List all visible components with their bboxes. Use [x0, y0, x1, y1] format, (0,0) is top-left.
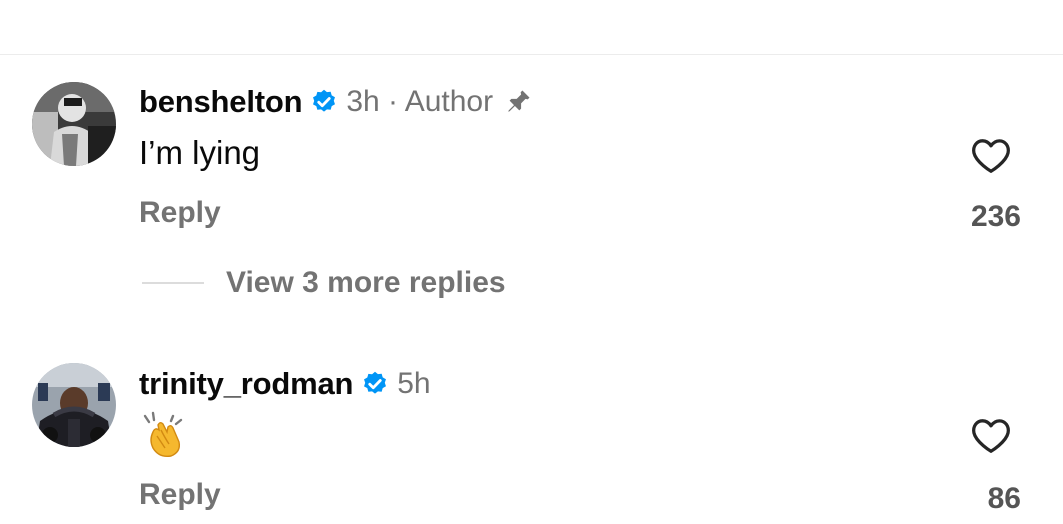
reply-button[interactable]: Reply [139, 196, 221, 230]
username[interactable]: trinity_rodman [139, 366, 353, 402]
view-more-replies-label: View 3 more replies [226, 266, 506, 299]
comment-header: trinity_rodman 5h [139, 366, 431, 402]
comment-meta: 3h · Author [346, 85, 494, 118]
avatar[interactable] [32, 363, 116, 447]
comment-text: I’m lying [139, 134, 261, 171]
username[interactable]: benshelton [139, 84, 303, 120]
view-more-replies-button[interactable]: View 3 more replies [142, 266, 506, 300]
reply-button[interactable]: Reply [139, 478, 221, 512]
pin-icon [503, 87, 533, 117]
heart-outline-icon[interactable] [968, 132, 1014, 178]
top-divider [0, 54, 1063, 55]
avatar[interactable] [32, 82, 116, 166]
like-count: 86 [987, 482, 1021, 515]
clapping-hands-emoji [139, 410, 189, 460]
replies-divider-line [142, 282, 204, 284]
like-count: 236 [970, 200, 1021, 233]
verified-badge-icon [361, 370, 389, 398]
comment-header: benshelton 3h · Author [139, 84, 533, 120]
grayscale-photo-avatar [32, 82, 116, 166]
heart-outline-icon[interactable] [968, 412, 1014, 458]
race-car-photo-avatar [32, 363, 116, 447]
comment-meta: 5h [397, 367, 431, 400]
verified-badge-icon [310, 88, 338, 116]
